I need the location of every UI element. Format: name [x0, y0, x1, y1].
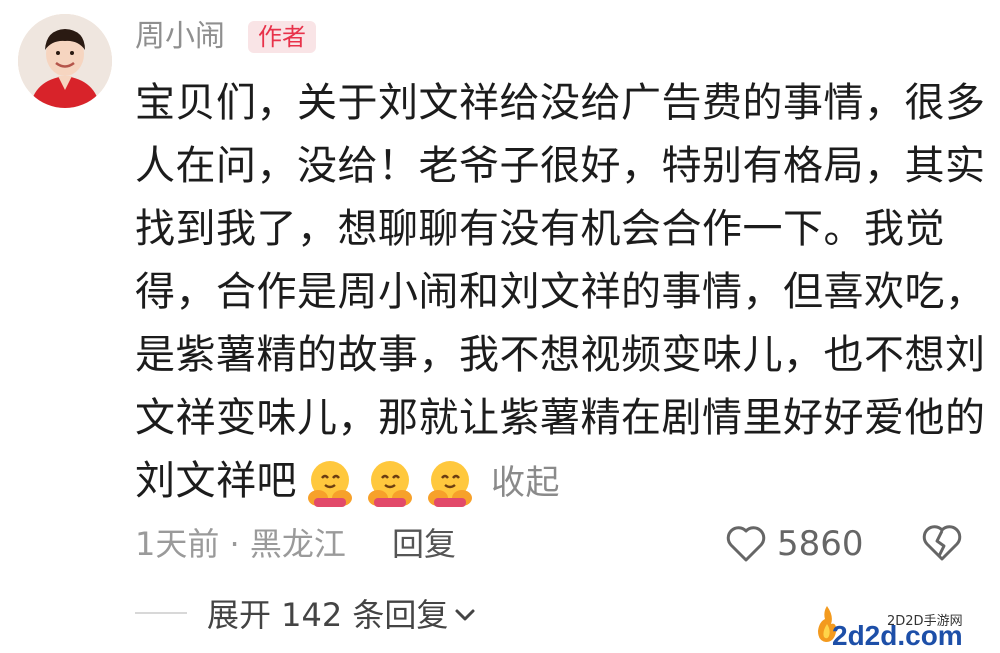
comment-line: 人在问，没给！老爷子很好，特别有格局，其实 [135, 143, 986, 189]
hugging-face-emoji-icon [368, 461, 412, 507]
author-badge: 作者 [248, 21, 316, 53]
avatar[interactable] [18, 14, 112, 108]
heart-icon [726, 526, 766, 562]
reply-button[interactable]: 回复 [392, 523, 456, 565]
hugging-face-emoji-icon [308, 461, 352, 507]
comment-line: 宝贝们，关于刘文祥给没给广告费的事情，很多 [135, 80, 986, 126]
comment-line: 文祥变味儿，那就让紫薯精在剧情里好好爱他的 [135, 395, 986, 441]
divider [135, 612, 187, 614]
expand-replies-label: 展开 142 条回复 [207, 596, 449, 634]
watermark-domain: 2d2d.com [832, 620, 963, 651]
comment-meta: 1天前 · 黑龙江 [135, 525, 346, 563]
emoji-row [305, 458, 475, 508]
expand-replies-button[interactable]: 展开 142 条回复 [207, 594, 476, 636]
like-button[interactable]: 5860 [725, 522, 864, 566]
comment-line: 是紫薯精的故事，我不想视频变味儿，也不想刘 [135, 332, 986, 378]
comment-last-line: 刘文祥吧 收起 [135, 450, 955, 515]
avatar-image [18, 14, 112, 108]
hugging-face-emoji-icon [428, 461, 472, 507]
like-count: 5860 [777, 524, 864, 564]
collapse-link[interactable]: 收起 [491, 463, 560, 503]
dislike-button[interactable] [920, 522, 964, 568]
chevron-down-icon [455, 609, 475, 621]
broken-heart-icon [922, 525, 962, 561]
comment-line: 得，合作是周小闹和刘文祥的事情，但喜欢吃， [135, 269, 986, 315]
comment-line: 找到我了，想聊聊有没有机会合作一下。我觉 [135, 206, 945, 252]
comment-line: 刘文祥吧 [135, 458, 297, 504]
username[interactable]: 周小闹 [135, 17, 225, 57]
comment-text: 宝贝们，关于刘文祥给没给广告费的事情，很多 人在问，没给！老爷子很好，特别有格局… [135, 72, 986, 515]
watermark: 2D2D手游网 2d2d.com [812, 598, 997, 653]
